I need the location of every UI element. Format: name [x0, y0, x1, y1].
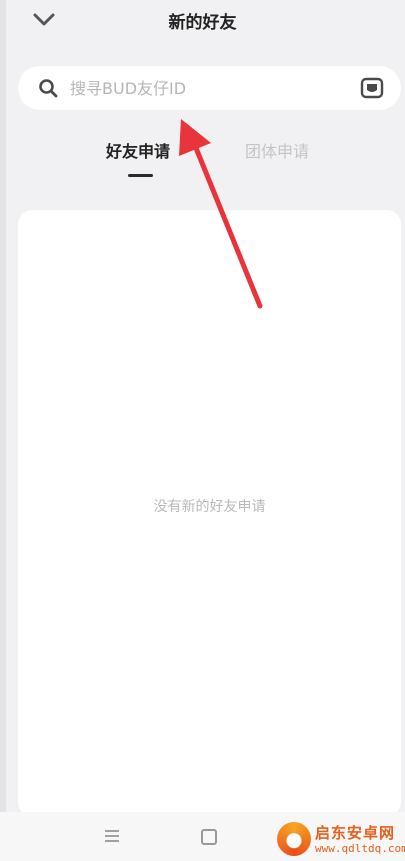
tab-group-requests[interactable]: 团体申请: [245, 138, 309, 162]
search-bar[interactable]: [18, 66, 401, 110]
tab-friend-requests[interactable]: 好友申请: [106, 138, 170, 162]
search-input[interactable]: [70, 74, 350, 102]
watermark-title: 启东安卓网: [315, 824, 396, 842]
tab-bar: 好友申请 团体申请: [0, 130, 405, 186]
home-square-icon[interactable]: [201, 829, 217, 845]
page-title: 新的好友: [168, 13, 237, 33]
watermark-logo-icon: [277, 822, 311, 856]
watermark-url: www.qdltdq.com: [315, 842, 405, 855]
scan-button[interactable]: [360, 77, 384, 99]
request-list-card: 没有新的好友申请: [18, 210, 401, 816]
menu-icon[interactable]: [103, 828, 121, 844]
header: 新的好友: [0, 0, 405, 46]
watermark: 启东安卓网 www.qdltdq.com: [275, 820, 405, 861]
scan-icon: [360, 77, 384, 99]
search-icon: [39, 79, 58, 98]
active-tab-indicator: [128, 174, 153, 177]
empty-state-message: 没有新的好友申请: [153, 499, 266, 515]
